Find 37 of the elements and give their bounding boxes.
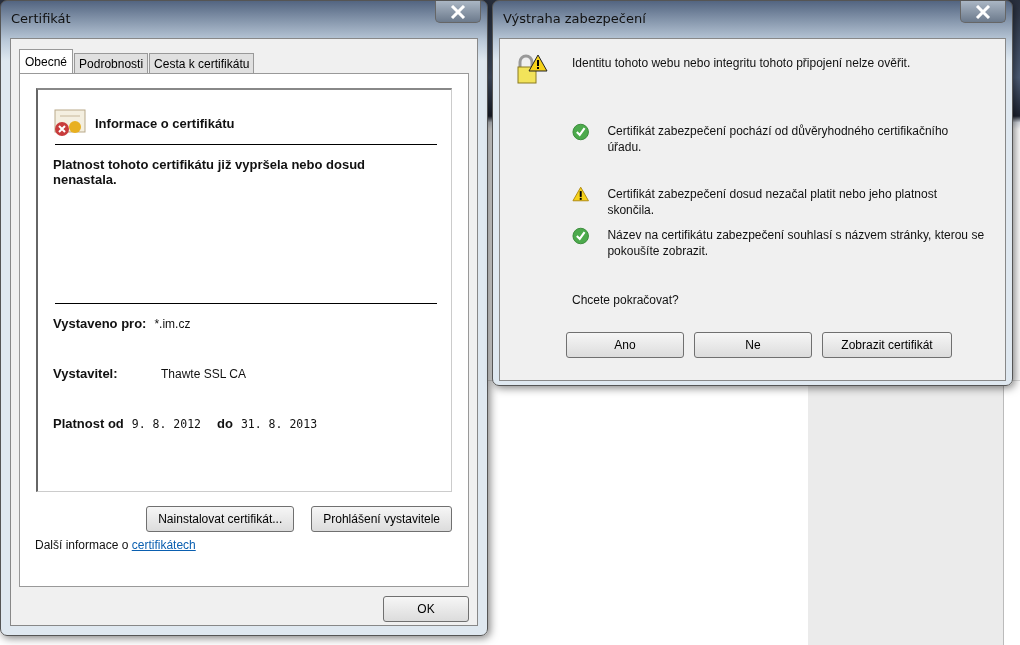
- dialog-button[interactable]: Ano: [566, 332, 684, 358]
- certificate-error-icon: [53, 108, 87, 138]
- window-title: Výstraha zabezpečení: [503, 11, 646, 26]
- close-button[interactable]: [435, 1, 481, 23]
- tab[interactable]: Cesta k certifikátu: [149, 53, 255, 73]
- info-link[interactable]: certifikátech: [131, 538, 196, 552]
- status-message: Platnost tohoto certifikátu již vypršela nebo dosud nenastala.: [53, 157, 367, 187]
- field-label: do: [217, 416, 233, 431]
- close-icon: [450, 4, 466, 19]
- warning-message: Identitu tohoto webu nebo integritu tohoto připojení nelze ověřit.: [572, 56, 911, 70]
- field-label: Vystaveno pro:: [53, 316, 147, 331]
- tab[interactable]: Podrobnosti: [74, 53, 149, 73]
- field-value: *.im.cz: [154, 317, 191, 331]
- window-title: Certifikát: [11, 11, 71, 26]
- check-icon: [572, 227, 590, 245]
- dialog-button[interactable]: Nainstalovat certifikát...: [146, 506, 295, 532]
- padlock-warning-icon: [514, 53, 548, 85]
- section-heading: Informace o certifikátu: [95, 115, 235, 131]
- field-value: 31. 8. 2013: [240, 417, 318, 431]
- field-label: Platnost od: [53, 416, 124, 431]
- dialog-button[interactable]: Ne: [694, 332, 812, 358]
- field-value: Thawte SSL CA: [161, 367, 246, 381]
- field-value: 9. 8. 2012: [131, 417, 202, 431]
- check-icon: [572, 123, 590, 141]
- info-text: Další informace o: [35, 538, 129, 552]
- close-button[interactable]: [960, 1, 1006, 23]
- check-message: Název na certifikátu zabezpečení souhlasí s názvem stránky, kterou se pokoušíte zobrazit.: [607, 227, 985, 259]
- dialog-button[interactable]: Prohlášení vystavitele: [311, 506, 452, 532]
- field-label: Vystavitel:: [53, 366, 119, 381]
- warning-icon: [572, 186, 590, 202]
- check-message: Certifikát zabezpečení pochází od důvěryhodného certifikačního úřadu.: [607, 123, 950, 155]
- close-icon: [975, 4, 991, 19]
- tab[interactable]: Obecné: [19, 49, 74, 73]
- dialog-button[interactable]: Zobrazit certifikát: [822, 332, 952, 358]
- ok-button[interactable]: OK: [383, 596, 469, 622]
- question-text: Chcete pokračovat?: [572, 293, 680, 307]
- check-message: Certifikát zabezpečení dosud nezačal platit nebo jeho platnost skončila.: [607, 186, 938, 218]
